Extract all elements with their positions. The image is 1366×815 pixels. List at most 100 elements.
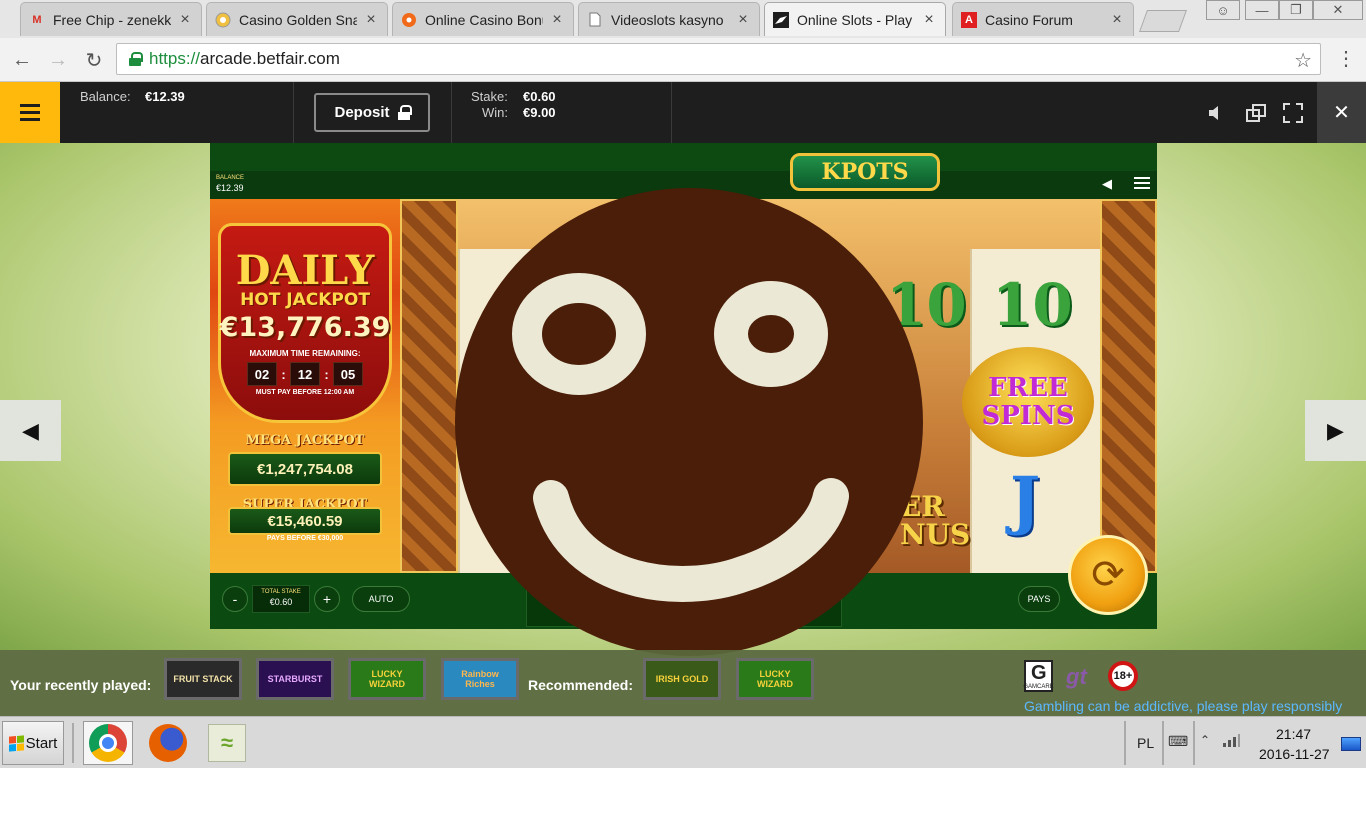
tab-close-icon[interactable]: × <box>177 11 193 29</box>
must-pay-label: MUST PAY BEFORE 12:00 AM <box>255 389 355 396</box>
left-pillar <box>400 199 458 573</box>
padlock-icon <box>397 105 412 120</box>
profile-icon[interactable]: ☺ <box>1206 0 1240 20</box>
gamcare-logo[interactable]: GAMCARE <box>1023 660 1054 692</box>
bookmark-star-icon[interactable]: ☆ <box>1294 48 1312 73</box>
thumb-title: FRUIT STACK <box>173 674 233 684</box>
sound-icon[interactable] <box>1202 100 1228 126</box>
gamblingtherapy-logo[interactable]: gt <box>1066 664 1087 690</box>
chrome-menu-icon[interactable]: ⋮ <box>1336 46 1356 71</box>
total-stake-display: TOTAL STAKE €0.60 <box>252 585 310 613</box>
tab-close-icon[interactable]: × <box>735 11 751 29</box>
tab-label: Online Casino Bonu <box>425 11 543 28</box>
network-app-taskbar-button[interactable]: ≈ <box>202 721 252 765</box>
tab-close-icon[interactable]: × <box>1109 11 1125 29</box>
recent-game-thumb[interactable]: STARBURST <box>256 658 334 700</box>
tray-divider <box>1193 721 1195 765</box>
gmail-icon: M <box>32 13 42 26</box>
auto-play-button[interactable]: AUTO <box>352 586 410 612</box>
show-hidden-icons-chevron[interactable]: ⌃ <box>1200 733 1210 747</box>
recent-game-thumb[interactable]: Rainbow Riches <box>441 658 519 700</box>
paytable-button[interactable]: PAYS <box>1018 586 1060 612</box>
back-arrow-icon[interactable]: ← <box>8 46 36 74</box>
minimize-button[interactable]: — <box>1245 0 1279 20</box>
mega-jackpot-amount: €1,247,754.08 <box>228 452 382 486</box>
previous-game-arrow[interactable]: ◀ <box>0 400 61 461</box>
close-game-button[interactable]: ✕ <box>1317 82 1366 143</box>
responsible-gambling-link[interactable]: Gambling can be addictive, please play r… <box>1024 698 1342 714</box>
game-menu-icon[interactable] <box>1134 177 1150 192</box>
stake-value: €0.60 <box>523 89 556 104</box>
recommended-game-thumb[interactable]: IRISH GOLD <box>643 658 721 700</box>
close-window-button[interactable]: ✕ <box>1313 0 1363 20</box>
tab-free-chip[interactable]: M Free Chip - zenekk × <box>20 2 202 36</box>
taskbar-divider <box>72 723 74 763</box>
url-scheme: https:// <box>149 49 201 68</box>
keyboard-icon[interactable]: ⌨ <box>1168 733 1188 750</box>
thumb-title: STARBURST <box>267 674 323 684</box>
pays-before-label: PAYS BEFORE €30,000 <box>266 535 344 542</box>
jackpot-panel: DAILY HOT JACKPOT €13,776.39 MAXIMUM TIM… <box>210 199 400 573</box>
tab-online-casino-bonus[interactable]: Online Casino Bonu × <box>392 2 574 36</box>
page-icon <box>587 12 603 28</box>
deposit-button[interactable]: Deposit <box>314 93 430 132</box>
tab-close-icon[interactable]: × <box>921 11 937 29</box>
popout-icon[interactable] <box>1243 100 1269 126</box>
stake-decrease-button[interactable]: - <box>222 586 248 612</box>
chrome-taskbar-button[interactable] <box>83 721 133 765</box>
header-divider <box>451 82 452 143</box>
header-divider <box>671 82 672 143</box>
windows-taskbar: Start ≈ PL ⌨ ⌃ 21:47 2016-11-27 <box>0 716 1366 768</box>
tab-online-slots[interactable]: Online Slots - Play × <box>764 2 946 36</box>
mega-jackpot-label: MEGA JACKPOT <box>245 433 365 448</box>
game-sound-icon[interactable]: ◀ <box>1102 176 1112 192</box>
tab-videoslots[interactable]: Videoslots kasyno × <box>578 2 760 36</box>
symbol-j: J <box>1010 463 1041 538</box>
win-value: €9.00 <box>523 105 556 120</box>
recent-game-thumb[interactable]: FRUIT STACK <box>164 658 242 700</box>
spin-button[interactable]: ⟳ <box>1068 535 1148 615</box>
tab-close-icon[interactable]: × <box>363 11 379 29</box>
tab-casino-golden[interactable]: Casino Golden Sna × <box>206 2 388 36</box>
time-remaining-label: MAXIMUM TIME REMAINING: <box>249 349 361 358</box>
tab-casino-forum[interactable]: A Casino Forum × <box>952 2 1134 36</box>
forward-arrow-icon[interactable]: → <box>44 46 72 74</box>
reload-icon[interactable]: ↻ <box>80 46 108 74</box>
hot-jackpot-title: HOT JACKPOT <box>240 290 370 310</box>
chrome-icon <box>89 724 127 762</box>
tab-label: Online Slots - Play <box>797 11 913 28</box>
thumb-title: LUCKY WIZARD <box>369 669 405 689</box>
tab-label: Videoslots kasyno <box>611 11 724 28</box>
recently-played-label: Your recently played: <box>10 677 152 693</box>
header-divider <box>293 82 294 143</box>
tray-divider <box>1124 721 1126 765</box>
clock-time[interactable]: 21:47 <box>1276 726 1311 742</box>
language-indicator[interactable]: PL <box>1137 735 1154 751</box>
start-button[interactable]: Start <box>2 721 64 765</box>
tab-close-icon[interactable]: × <box>549 11 565 29</box>
network-signal-icon[interactable] <box>1222 733 1240 750</box>
tab-label: Free Chip - zenekk <box>53 11 171 28</box>
clock-date[interactable]: 2016-11-27 <box>1259 746 1330 762</box>
restore-button[interactable]: ❐ <box>1279 0 1313 20</box>
stake-label: Stake: <box>471 89 508 104</box>
new-tab-button[interactable] <box>1138 10 1188 32</box>
recommended-game-thumb[interactable]: LUCKY WIZARD <box>736 658 814 700</box>
daily-jackpot-amount: €13,776.39 <box>219 312 391 343</box>
game-balance-label: BALANCE <box>216 175 245 181</box>
thumb-title: LUCKY WIZARD <box>757 669 793 689</box>
timer-minutes: 12 <box>290 362 320 386</box>
timer-hours: 02 <box>247 362 277 386</box>
firefox-icon <box>149 724 187 762</box>
red-a-icon: A <box>961 11 977 28</box>
next-game-arrow[interactable]: ▶ <box>1305 400 1366 461</box>
menu-hamburger-icon[interactable] <box>0 82 60 143</box>
firefox-taskbar-button[interactable] <box>143 721 193 765</box>
show-desktop-button[interactable] <box>1341 737 1361 751</box>
tab-label: Casino Forum <box>985 11 1073 28</box>
fullscreen-icon[interactable] <box>1280 100 1306 126</box>
recent-game-thumb[interactable]: LUCKY WIZARD <box>348 658 426 700</box>
url-input[interactable]: https://arcade.betfair.com ☆ <box>116 43 1321 75</box>
smiley-face-drawing <box>455 188 923 656</box>
stake-increase-button[interactable]: + <box>314 586 340 612</box>
